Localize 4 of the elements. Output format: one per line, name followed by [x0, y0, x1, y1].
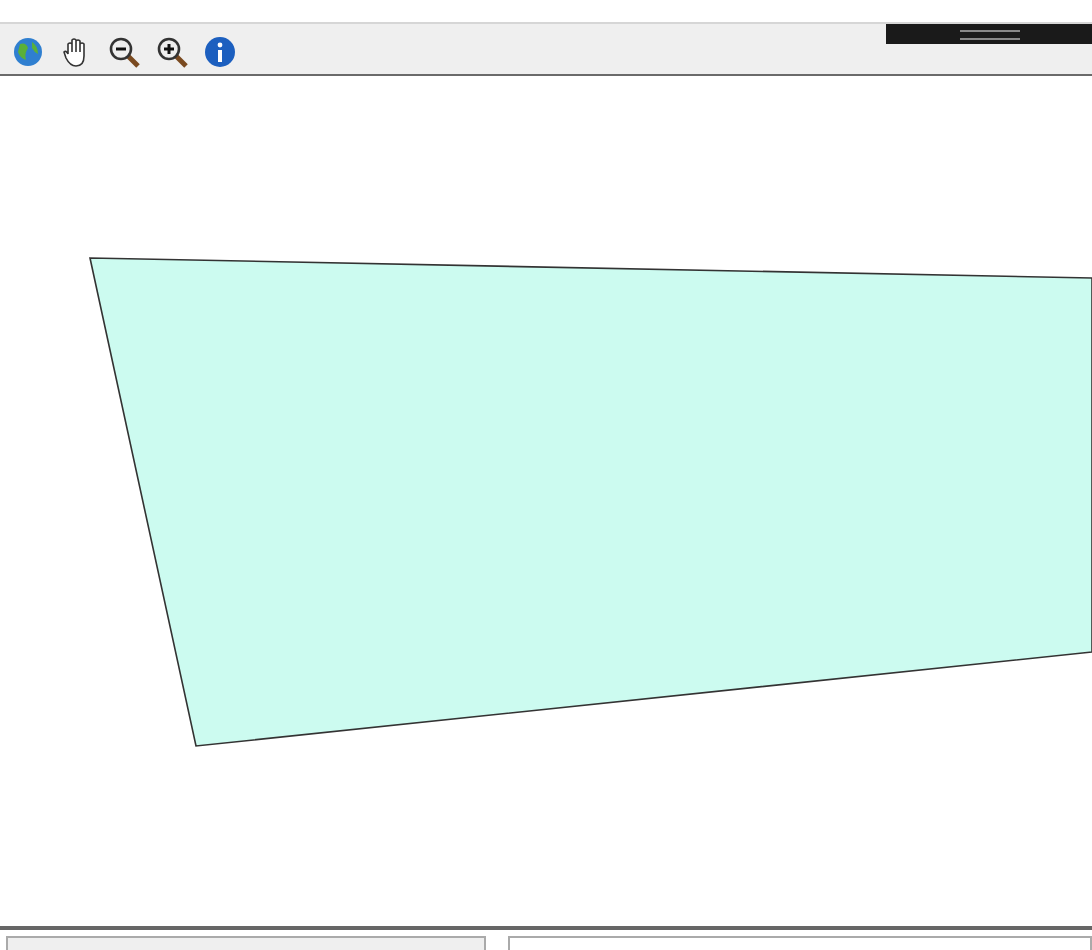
info-icon[interactable] — [202, 34, 236, 68]
zoom-in-icon[interactable] — [154, 34, 188, 68]
zoom-out-icon[interactable] — [106, 34, 140, 68]
globe-icon[interactable] — [10, 34, 44, 68]
